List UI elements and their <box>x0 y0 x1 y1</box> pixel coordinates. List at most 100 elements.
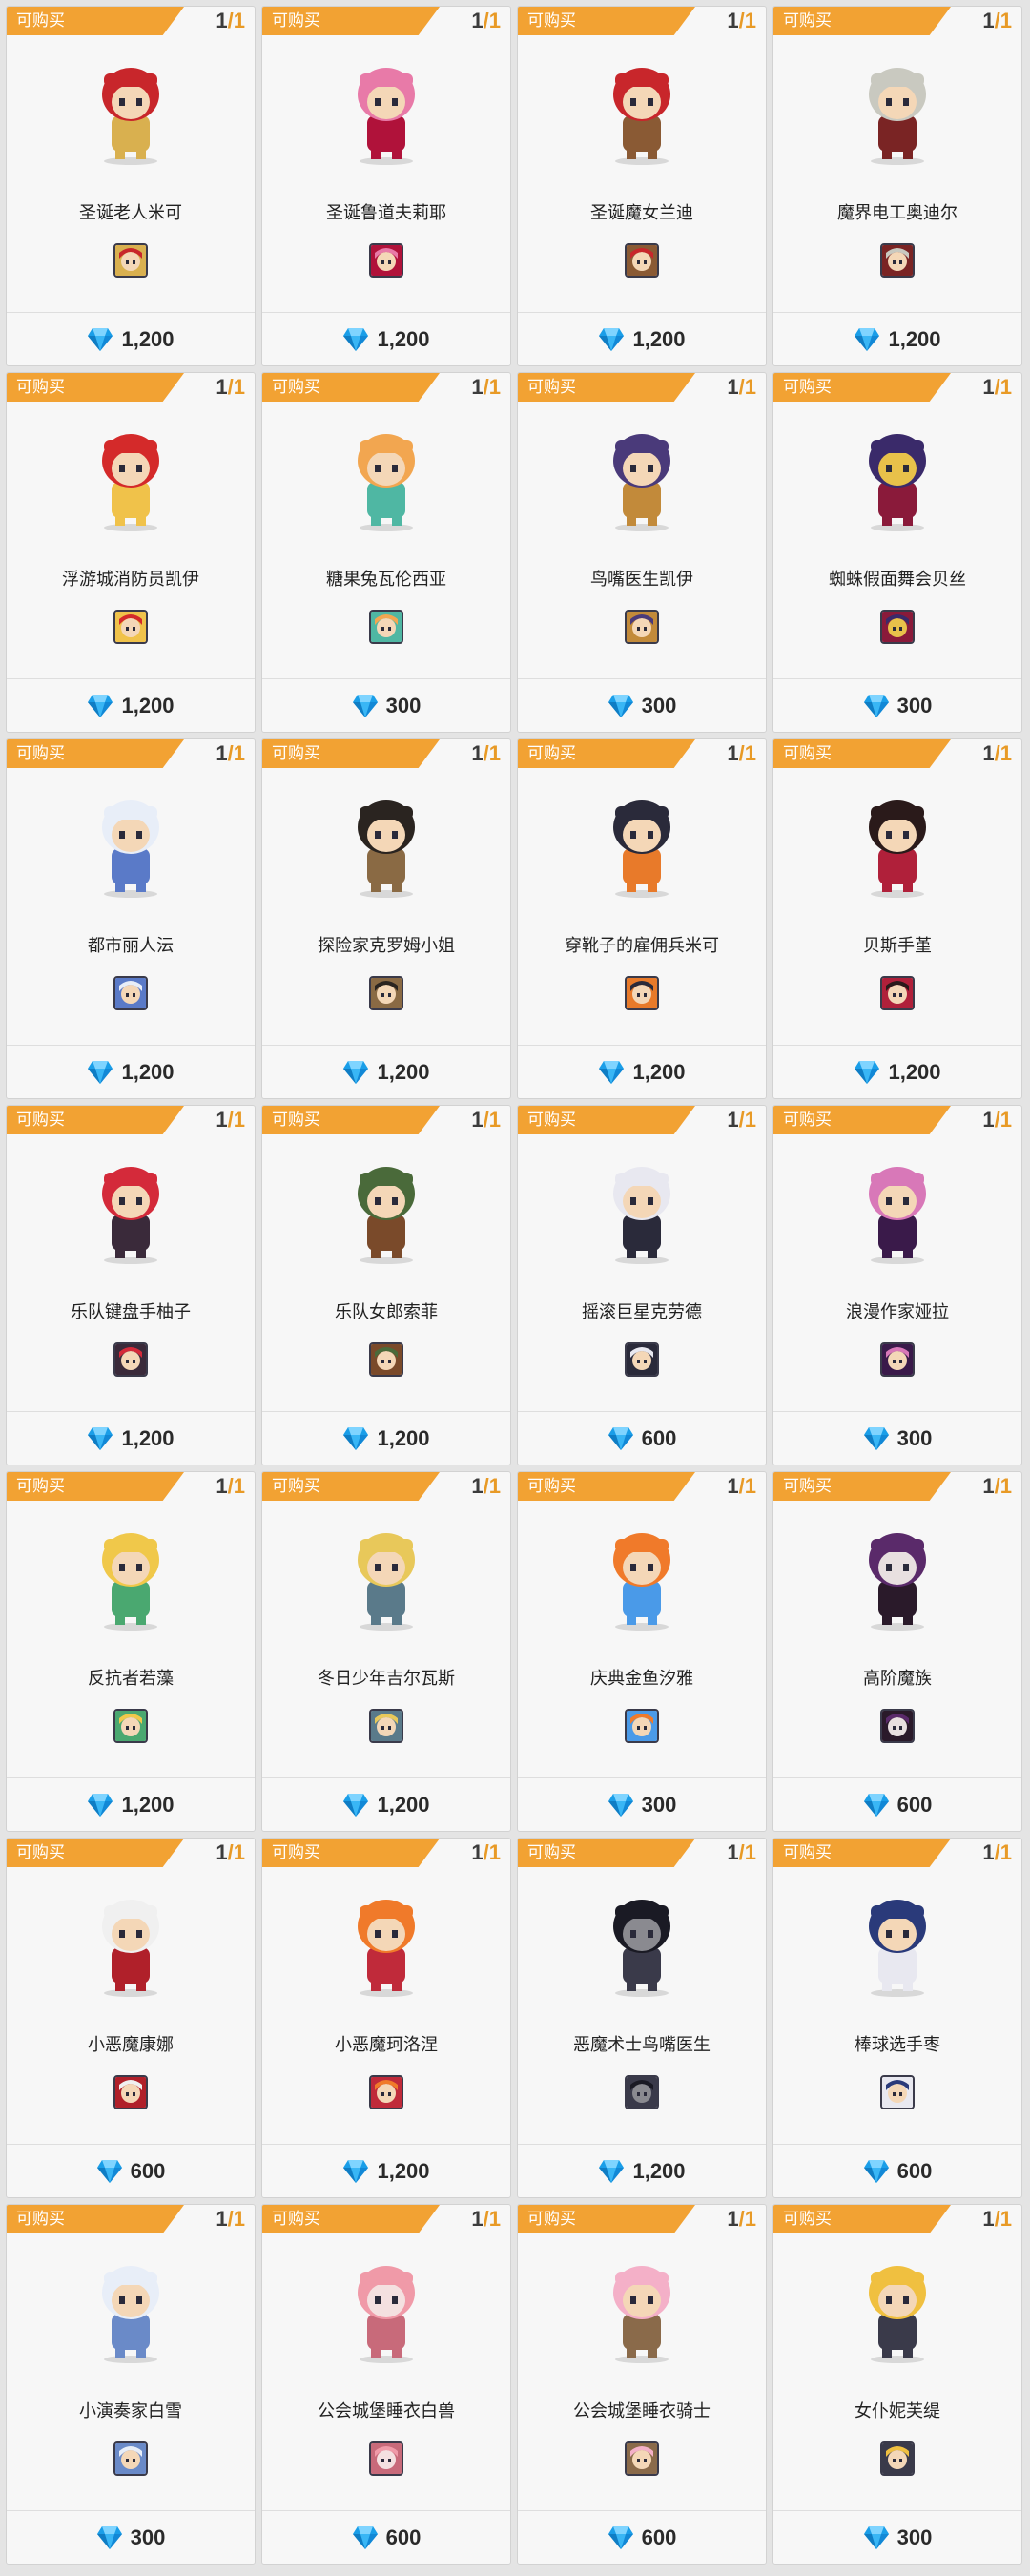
price-button[interactable]: 600 <box>518 2512 766 2564</box>
purchasable-badge: 可购买 <box>518 7 695 35</box>
price-button[interactable]: 600 <box>773 2146 1021 2197</box>
diamond-icon <box>608 1426 634 1451</box>
costume-card-10[interactable]: 可购买 1/1 探险家克罗姆小姐 1,200 <box>261 738 511 1099</box>
price-button[interactable]: 1,200 <box>7 1047 255 1098</box>
price-button[interactable]: 1,200 <box>7 680 255 732</box>
purchase-limit: 1 <box>744 741 756 765</box>
purchasable-badge: 可购买 <box>773 1839 951 1867</box>
card-divider <box>518 2510 766 2511</box>
price-button[interactable]: 300 <box>773 2512 1021 2564</box>
purchase-limit-counter: 1/1 <box>216 1108 245 1132</box>
character-portrait-icon <box>880 2441 915 2476</box>
card-divider <box>773 1045 1021 1046</box>
costume-card-1[interactable]: 可购买 1/1 圣诞老人米可 1,200 <box>6 6 256 366</box>
price-button[interactable]: 1,200 <box>518 1047 766 1098</box>
purchasable-label: 可购买 <box>272 378 320 396</box>
costume-card-13[interactable]: 可购买 1/1 乐队键盘手柚子 1,200 <box>6 1105 256 1465</box>
costume-card-7[interactable]: 可购买 1/1 鸟嘴医生凯伊 300 <box>517 372 767 733</box>
costume-card-12[interactable]: 可购买 1/1 贝斯手堇 1,200 <box>772 738 1022 1099</box>
costume-name: 小演奏家白雪 <box>79 2401 182 2420</box>
character-portrait-icon <box>369 2441 403 2476</box>
purchase-limit-counter: 1/1 <box>727 375 756 400</box>
price-button[interactable]: 1,200 <box>518 314 766 365</box>
costume-card-14[interactable]: 可购买 1/1 乐队女郎索菲 1,200 <box>261 1105 511 1465</box>
price-value: 1,200 <box>377 1060 430 1084</box>
price-button[interactable]: 1,200 <box>518 2146 766 2197</box>
card-divider <box>773 1777 1021 1778</box>
purchase-count: 1 <box>982 9 995 32</box>
costume-name: 圣诞鲁道夫莉耶 <box>326 203 446 222</box>
price-button[interactable]: 300 <box>518 1779 766 1831</box>
costume-card-20[interactable]: 可购买 1/1 高阶魔族 600 <box>772 1471 1022 1832</box>
price-button[interactable]: 1,200 <box>262 314 510 365</box>
price-button[interactable]: 600 <box>518 1413 766 1465</box>
costume-card-25[interactable]: 可购买 1/1 小演奏家白雪 300 <box>6 2204 256 2565</box>
purchase-count: 1 <box>216 9 228 32</box>
costume-card-26[interactable]: 可购买 1/1 公会城堡睡衣白兽 600 <box>261 2204 511 2565</box>
costume-card-15[interactable]: 可购买 1/1 摇滚巨星克劳德 600 <box>517 1105 767 1465</box>
character-portrait-icon <box>880 1342 915 1377</box>
purchasable-label: 可购买 <box>527 744 576 762</box>
costume-card-21[interactable]: 可购买 1/1 小恶魔康娜 600 <box>6 1838 256 2198</box>
costume-card-3[interactable]: 可购买 1/1 圣诞魔女兰迪 1,200 <box>517 6 767 366</box>
price-button[interactable]: 1,200 <box>7 314 255 365</box>
costume-card-16[interactable]: 可购买 1/1 浪漫作家娅拉 300 <box>772 1105 1022 1465</box>
price-button[interactable]: 1,200 <box>262 1413 510 1465</box>
costume-card-23[interactable]: 可购买 1/1 恶魔术士鸟嘴医生 1,200 <box>517 1838 767 2198</box>
diamond-icon <box>598 1060 625 1085</box>
costume-card-4[interactable]: 可购买 1/1 魔界电工奥迪尔 1,200 <box>772 6 1022 366</box>
price-button[interactable]: 300 <box>518 680 766 732</box>
price-button[interactable]: 300 <box>773 1413 1021 1465</box>
purchase-limit-counter: 1/1 <box>982 741 1012 766</box>
price-button[interactable]: 300 <box>773 680 1021 732</box>
costume-card-9[interactable]: 可购买 1/1 都市丽人沄 1,200 <box>6 738 256 1099</box>
costume-card-19[interactable]: 可购买 1/1 庆典金鱼汐雅 300 <box>517 1471 767 1832</box>
costume-card-2[interactable]: 可购买 1/1 圣诞鲁道夫莉耶 1,200 <box>261 6 511 366</box>
purchasable-label: 可购买 <box>783 2210 832 2228</box>
diamond-icon <box>863 2159 890 2184</box>
purchase-limit: 1 <box>999 1474 1012 1498</box>
costume-card-8[interactable]: 可购买 1/1 蜘蛛假面舞会贝丝 300 <box>772 372 1022 733</box>
price-button[interactable]: 1,200 <box>262 1047 510 1098</box>
price-button[interactable]: 1,200 <box>262 2146 510 2197</box>
price-button[interactable]: 1,200 <box>773 1047 1021 1098</box>
costume-name: 糖果兔瓦伦西亚 <box>326 570 446 589</box>
character-sprite-icon <box>846 56 949 167</box>
purchasable-label: 可购买 <box>272 2210 320 2228</box>
price-button[interactable]: 1,200 <box>262 1779 510 1831</box>
costume-card-6[interactable]: 可购买 1/1 糖果兔瓦伦西亚 300 <box>261 372 511 733</box>
price-button[interactable]: 300 <box>7 2512 255 2564</box>
price-button[interactable]: 600 <box>773 1779 1021 1831</box>
costume-card-28[interactable]: 可购买 1/1 女仆妮芙缇 300 <box>772 2204 1022 2565</box>
purchase-limit: 1 <box>999 2207 1012 2231</box>
character-sprite-icon <box>79 789 182 900</box>
costume-card-5[interactable]: 可购买 1/1 浮游城消防员凯伊 1,200 <box>6 372 256 733</box>
character-sprite-icon <box>79 1888 182 1999</box>
card-divider <box>7 2510 255 2511</box>
purchase-limit-counter: 1/1 <box>216 741 245 766</box>
purchasable-label: 可购买 <box>783 378 832 396</box>
price-button[interactable]: 1,200 <box>7 1779 255 1831</box>
purchase-limit-counter: 1/1 <box>471 2207 501 2232</box>
character-sprite-icon <box>846 789 949 900</box>
price-button[interactable]: 300 <box>262 680 510 732</box>
costume-card-24[interactable]: 可购买 1/1 棒球选手枣 600 <box>772 1838 1022 2198</box>
costume-card-11[interactable]: 可购买 1/1 穿靴子的雇佣兵米可 1,200 <box>517 738 767 1099</box>
costume-card-17[interactable]: 可购买 1/1 反抗者若藻 1,200 <box>6 1471 256 1832</box>
purchase-limit: 1 <box>488 9 501 32</box>
character-sprite-icon <box>590 56 693 167</box>
costume-card-27[interactable]: 可购买 1/1 公会城堡睡衣骑士 600 <box>517 2204 767 2565</box>
price-value: 300 <box>896 1426 933 1450</box>
character-portrait-icon <box>113 610 148 644</box>
price-button[interactable]: 1,200 <box>7 1413 255 1465</box>
price-button[interactable]: 600 <box>262 2512 510 2564</box>
price-button[interactable]: 1,200 <box>773 314 1021 365</box>
costume-card-22[interactable]: 可购买 1/1 小恶魔珂洛涅 1,200 <box>261 1838 511 2198</box>
card-divider <box>262 2510 510 2511</box>
costume-name: 摇滚巨星克劳德 <box>582 1302 702 1321</box>
purchasable-label: 可购买 <box>527 1111 576 1129</box>
character-portrait-icon <box>369 2075 403 2109</box>
character-portrait-icon <box>625 976 659 1010</box>
costume-card-18[interactable]: 可购买 1/1 冬日少年吉尔瓦斯 1,200 <box>261 1471 511 1832</box>
price-button[interactable]: 600 <box>7 2146 255 2197</box>
